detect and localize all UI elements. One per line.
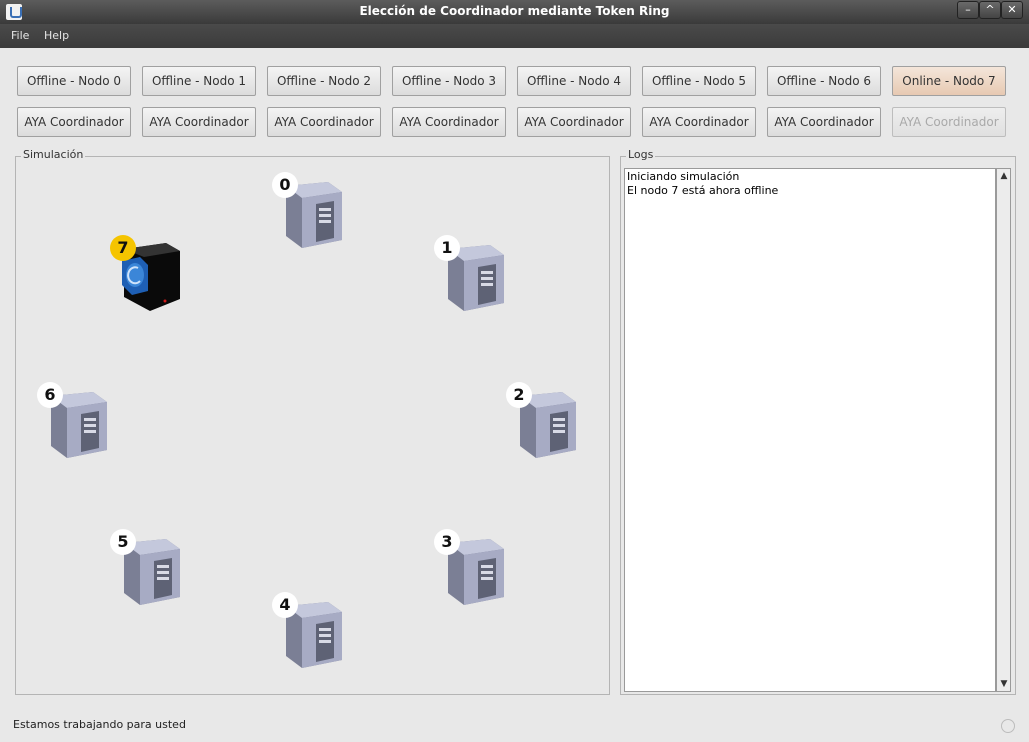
status-text: Estamos trabajando para usted: [13, 718, 186, 731]
node-id-badge-coordinator: 7: [110, 235, 136, 261]
menu-file[interactable]: File: [11, 29, 29, 42]
aya-coordinator-button-0[interactable]: AYA Coordinador: [17, 107, 131, 137]
logs-legend: Logs: [626, 148, 656, 161]
toggle-node-3-button[interactable]: Offline - Nodo 3: [392, 66, 506, 96]
busy-indicator-icon: [1001, 719, 1015, 733]
toggle-node-4-button[interactable]: Offline - Nodo 4: [517, 66, 631, 96]
toggle-node-1-button[interactable]: Offline - Nodo 1: [142, 66, 256, 96]
title-bar: Elección de Coordinador mediante Token R…: [0, 0, 1029, 24]
log-textarea[interactable]: Iniciando simulación El nodo 7 está ahor…: [624, 168, 996, 692]
node-id-badge: 0: [272, 172, 298, 198]
node-5: 5: [110, 529, 182, 605]
scroll-down-arrow-icon[interactable]: ▼: [999, 679, 1009, 689]
toggle-node-0-button[interactable]: Offline - Nodo 0: [17, 66, 131, 96]
node-1: 1: [434, 235, 506, 311]
minimize-button[interactable]: –: [957, 1, 979, 19]
aya-coordinator-button-4[interactable]: AYA Coordinador: [517, 107, 631, 137]
node-7: 7: [110, 235, 182, 311]
toggle-node-7-button[interactable]: Online - Nodo 7: [892, 66, 1006, 96]
log-line: El nodo 7 está ahora offline: [627, 184, 779, 197]
aya-coordinator-button-7: AYA Coordinador: [892, 107, 1006, 137]
menu-help[interactable]: Help: [44, 29, 69, 42]
node-id-badge: 6: [37, 382, 63, 408]
scroll-up-arrow-icon[interactable]: ▲: [999, 171, 1009, 181]
node-0: 0: [272, 172, 344, 248]
node-id-badge: 2: [506, 382, 532, 408]
node-6: 6: [37, 382, 109, 458]
node-id-badge: 1: [434, 235, 460, 261]
node-2: 2: [506, 382, 578, 458]
toggle-node-2-button[interactable]: Offline - Nodo 2: [267, 66, 381, 96]
log-line: Iniciando simulación: [627, 170, 740, 183]
node-id-badge: 3: [434, 529, 460, 555]
node-id-badge: 4: [272, 592, 298, 618]
node-id-badge: 5: [110, 529, 136, 555]
maximize-button[interactable]: ^: [979, 1, 1001, 19]
aya-coordinator-button-3[interactable]: AYA Coordinador: [392, 107, 506, 137]
toggle-node-6-button[interactable]: Offline - Nodo 6: [767, 66, 881, 96]
aya-coordinator-button-5[interactable]: AYA Coordinador: [642, 107, 756, 137]
aya-coordinator-button-1[interactable]: AYA Coordinador: [142, 107, 256, 137]
node-4: 4: [272, 592, 344, 668]
window-title: Elección de Coordinador mediante Token R…: [359, 4, 670, 18]
node-3: 3: [434, 529, 506, 605]
menu-bar: File Help: [0, 24, 1029, 48]
app-window: Elección de Coordinador mediante Token R…: [0, 0, 1029, 742]
simulation-legend: Simulación: [21, 148, 86, 161]
aya-coordinator-button-2[interactable]: AYA Coordinador: [267, 107, 381, 137]
close-button[interactable]: ✕: [1001, 1, 1023, 19]
toggle-node-5-button[interactable]: Offline - Nodo 5: [642, 66, 756, 96]
aya-coordinator-button-6[interactable]: AYA Coordinador: [767, 107, 881, 137]
log-scrollbar[interactable]: ▲ ▼: [996, 168, 1011, 692]
